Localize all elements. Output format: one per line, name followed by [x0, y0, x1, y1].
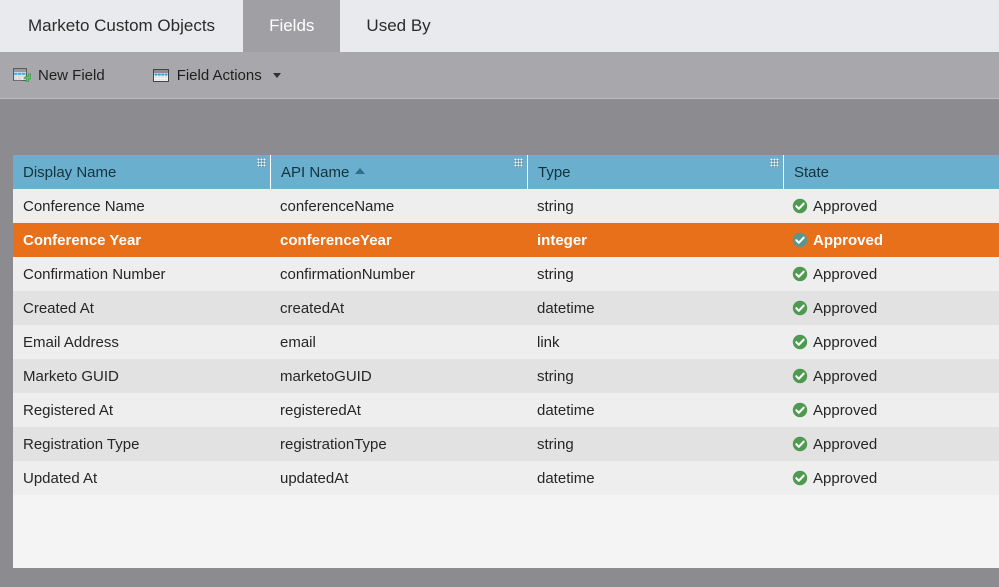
new-field-label: New Field: [38, 66, 105, 84]
tab-label: Used By: [366, 16, 431, 35]
tab-marketo-custom-objects[interactable]: Marketo Custom Objects: [0, 0, 244, 52]
status-badge-label: Approved: [813, 401, 878, 419]
status-badge-label: Approved: [813, 435, 878, 453]
approved-check-icon: [792, 402, 808, 418]
table-row[interactable]: Conference Name conferenceName string Appro…: [13, 189, 999, 223]
cell-api-name: registeredAt: [280, 401, 361, 419]
grid-body: Conference Name conferenceName string Appro…: [13, 189, 999, 495]
chevron-down-icon[interactable]: [272, 72, 281, 78]
sort-ascending-icon: [355, 168, 366, 174]
status-badge-label: Approved: [813, 197, 878, 215]
approved-check-icon: [792, 232, 808, 248]
status-badge-label: Approved: [813, 299, 878, 317]
cell-type: string: [537, 367, 574, 385]
grid-header-row: Display Name API Name Type State: [13, 155, 999, 189]
approved-check-icon: [792, 334, 808, 350]
cell-display-name: Registration Type: [23, 435, 140, 453]
table-row[interactable]: Marketo GUID marketoGUID string Approved: [13, 359, 999, 393]
cell-type: string: [537, 435, 574, 453]
cell-type: datetime: [537, 401, 595, 419]
cell-type: datetime: [537, 299, 595, 317]
cell-api-name: email: [280, 333, 316, 351]
cell-type: integer: [537, 231, 588, 249]
cell-api-name: registrationType: [280, 435, 387, 453]
approved-check-icon: [792, 470, 808, 486]
status-badge-label: Approved: [813, 367, 878, 385]
cell-state: Approved: [783, 257, 999, 291]
cell-api-name: updatedAt: [280, 469, 349, 487]
tab-label: Fields: [269, 16, 315, 35]
cell-api-name: confirmationNumber: [280, 265, 416, 283]
approved-check-icon: [792, 266, 808, 282]
column-header-type[interactable]: Type: [527, 155, 783, 189]
new-field-button[interactable]: New Field: [9, 64, 109, 87]
column-header-label: State: [794, 163, 830, 181]
table-row[interactable]: Conference Year conferenceYear integer Appr…: [13, 223, 999, 257]
table-row[interactable]: Registered At registeredAt datetime Approve…: [13, 393, 999, 427]
cell-api-name: marketoGUID: [280, 367, 372, 385]
tab-fields[interactable]: Fields: [243, 0, 341, 52]
cell-state: Approved: [783, 291, 999, 325]
tab-used-by[interactable]: Used By: [340, 0, 457, 52]
cell-display-name: Updated At: [23, 469, 98, 487]
toolbar: New Field Field Actions: [0, 52, 999, 99]
field-actions-button[interactable]: Field Actions: [148, 64, 285, 87]
column-header-api-name[interactable]: API Name: [270, 155, 527, 189]
cell-display-name: Marketo GUID: [23, 367, 119, 385]
column-header-label: Display Name: [23, 163, 117, 181]
cell-type: link: [537, 333, 560, 351]
fields-grid: Display Name API Name Type State Confere…: [13, 155, 999, 568]
status-badge-label: Approved: [813, 469, 878, 487]
approved-check-icon: [792, 436, 808, 452]
table-row[interactable]: Created At createdAt datetime Approved: [13, 291, 999, 325]
cell-display-name: Registered At: [23, 401, 114, 419]
table-row[interactable]: Email Address email link Approved: [13, 325, 999, 359]
tab-label: Marketo Custom Objects: [28, 16, 216, 35]
cell-api-name: createdAt: [280, 299, 345, 317]
cell-state: Approved: [783, 189, 999, 223]
cell-type: datetime: [537, 469, 595, 487]
approved-check-icon: [792, 368, 808, 384]
column-header-state[interactable]: State: [783, 155, 999, 189]
column-header-label: API Name: [281, 163, 350, 181]
column-resize-grip[interactable]: [257, 158, 266, 167]
cell-display-name: Created At: [23, 299, 94, 317]
approved-check-icon: [792, 300, 808, 316]
cell-state: Approved: [783, 393, 999, 427]
table-row[interactable]: Confirmation Number confirmationNumber str…: [13, 257, 999, 291]
cell-type: string: [537, 197, 574, 215]
grid-empty-area: [13, 495, 999, 568]
field-actions-label: Field Actions: [176, 66, 262, 84]
status-badge-label: Approved: [813, 231, 884, 249]
column-resize-grip[interactable]: [514, 158, 523, 167]
column-resize-grip[interactable]: [770, 158, 779, 167]
grid-top-spacer: [0, 99, 999, 155]
cell-state: Approved: [783, 427, 999, 461]
cell-state: Approved: [783, 223, 999, 257]
status-badge-label: Approved: [813, 265, 878, 283]
status-badge-label: Approved: [813, 333, 878, 351]
column-header-display-name[interactable]: Display Name: [13, 155, 270, 189]
cell-display-name: Confirmation Number: [23, 265, 166, 283]
cell-display-name: Conference Year: [23, 231, 142, 249]
cell-state: Approved: [783, 325, 999, 359]
cell-type: string: [537, 265, 574, 283]
cell-state: Approved: [783, 359, 999, 393]
cell-api-name: conferenceYear: [280, 231, 392, 249]
cell-display-name: Conference Name: [23, 197, 145, 215]
cell-api-name: conferenceName: [280, 197, 395, 215]
cell-display-name: Email Address: [23, 333, 119, 351]
table-add-icon: [13, 67, 32, 84]
cell-state: Approved: [783, 461, 999, 495]
table-row[interactable]: Registration Type registrationType string A…: [13, 427, 999, 461]
tab-bar-filler: [456, 0, 999, 52]
tab-bar: Marketo Custom Objects Fields Used By: [0, 0, 999, 52]
table-row[interactable]: Updated At updatedAt datetime Approved: [13, 461, 999, 495]
fields-screen: Marketo Custom Objects Fields Used By Ne…: [0, 0, 999, 587]
column-header-label: Type: [538, 163, 571, 181]
approved-check-icon: [792, 198, 808, 214]
table-icon: [152, 67, 170, 84]
